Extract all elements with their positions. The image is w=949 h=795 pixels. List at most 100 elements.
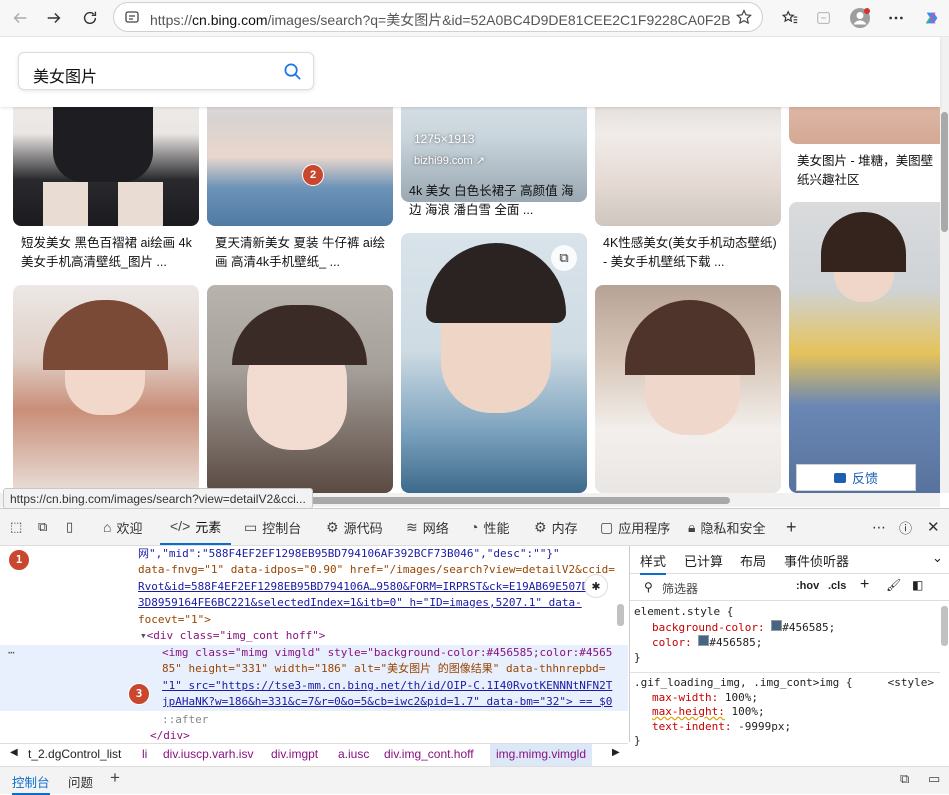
- more-menu-button[interactable]: [882, 4, 910, 32]
- result-caption-3[interactable]: 4k 美女 白色长裙子 高颜值 海边 海浪 潘白雪 全面 ...: [409, 182, 584, 220]
- search-icon[interactable]: [283, 62, 302, 81]
- back-button[interactable]: [6, 4, 34, 32]
- url-text[interactable]: https://cn.bing.com/images/search?q=美女图片…: [150, 10, 730, 30]
- dom-tree[interactable]: 网","mid":"588F4EF2EF1298EB95BD794106AF39…: [0, 546, 628, 742]
- dom-line[interactable]: Rvot&id=588F4EF2EF1298EB95BD794106A…9580…: [138, 579, 588, 596]
- gauge-icon: ◔: [470, 519, 479, 535]
- inspect-icon[interactable]: ⬚: [10, 509, 22, 545]
- refresh-button[interactable]: [76, 4, 104, 32]
- dom-line[interactable]: data-fnvg="1" data-idpos="0.90" href="/i…: [138, 562, 615, 579]
- result-caption-5[interactable]: 美女图片 - 堆糖，美图壁纸兴趣社区: [797, 152, 940, 190]
- profile-button[interactable]: [846, 4, 874, 32]
- dom-line[interactable]: <img class="mimg vimgld" style="backgrou…: [162, 645, 612, 662]
- dom-line[interactable]: ::after: [162, 712, 208, 729]
- color-swatch[interactable]: [698, 635, 710, 646]
- result-image-6[interactable]: [13, 285, 199, 493]
- scrollbar-thumb[interactable]: [941, 606, 948, 646]
- hov-button[interactable]: :hov: [796, 580, 819, 592]
- scrollbar-thumb[interactable]: [310, 497, 730, 504]
- breadcrumb-item-selected[interactable]: img.mimg.vimgld: [490, 744, 593, 766]
- dom-line[interactable]: focevt="1">: [138, 612, 211, 629]
- collapse-drawer-icon[interactable]: ▭: [928, 771, 940, 787]
- add-tab-icon[interactable]: +: [786, 509, 797, 545]
- result-caption-4[interactable]: 4K性感美女(美女手机动态壁纸) - 美女手机壁纸下载 ...: [603, 234, 778, 272]
- caret-right-icon[interactable]: ▶: [612, 747, 620, 758]
- drawer-tab-issues[interactable]: 问题: [68, 772, 93, 791]
- site-info-icon[interactable]: [124, 9, 140, 25]
- help-icon[interactable]: ⓘ: [899, 509, 912, 545]
- color-swatch[interactable]: [771, 619, 783, 631]
- tab-elements[interactable]: </> 元素: [160, 509, 232, 545]
- tab-computed[interactable]: 已计算: [684, 551, 723, 570]
- tab-console[interactable]: ▭ 控制台: [244, 509, 301, 545]
- dom-line[interactable]: ▾<div class="img_cont hoff">: [140, 628, 325, 645]
- dom-line[interactable]: 85" height="331" width="186" alt="美女图片 的…: [162, 661, 605, 678]
- tab-memory[interactable]: ⚙ 内存: [534, 509, 578, 545]
- more-icon[interactable]: ⋯: [872, 509, 886, 545]
- dom-line[interactable]: 3D8959164FE6BC221&selectedIndex=1&itb=0"…: [138, 595, 582, 612]
- dock-icon[interactable]: ▯: [66, 509, 73, 545]
- tab-welcome[interactable]: ⌂ 欢迎: [103, 509, 142, 545]
- dock-drawer-icon[interactable]: ⧉: [900, 771, 909, 787]
- result-caption-1[interactable]: 短发美女 黑色百褶裙 ai绘画 4k美女手机高清壁纸_图片 ...: [21, 234, 196, 272]
- tab-network[interactable]: ≋ 网络: [406, 509, 449, 545]
- result-image-7[interactable]: [207, 285, 393, 493]
- collections-button[interactable]: [810, 4, 838, 32]
- copilot-button[interactable]: [918, 4, 946, 32]
- dom-line[interactable]: </div>: [150, 728, 190, 742]
- filter-input[interactable]: 筛选器: [662, 580, 698, 597]
- search-input[interactable]: 美女图片: [18, 52, 314, 90]
- result-image-8[interactable]: ⧉: [401, 233, 587, 493]
- add-rule-icon[interactable]: +: [860, 576, 869, 594]
- star-icon[interactable]: [736, 9, 752, 25]
- element-style-rule: element.style { background-color: #45658…: [634, 605, 836, 664]
- accessibility-icon[interactable]: ✱: [584, 574, 608, 598]
- external-link-icon: ↗: [475, 155, 485, 167]
- toggle-sidebar-icon[interactable]: ◧: [912, 578, 923, 592]
- breadcrumb-item[interactable]: t_2.dgControl_list: [28, 747, 121, 761]
- visual-search-icon[interactable]: ⧉: [551, 245, 577, 271]
- chevron-down-icon[interactable]: ⌄: [932, 550, 943, 566]
- paint-icon[interactable]: 🖌︎: [886, 578, 901, 592]
- breadcrumb-item[interactable]: div.imgpt: [271, 747, 318, 761]
- avatar-icon: [850, 8, 870, 28]
- dom-line[interactable]: "1" src="https://tse3-mm.cn.bing.net/th/…: [162, 678, 612, 695]
- tab-styles[interactable]: 样式: [640, 551, 667, 575]
- image-source-label: bizhi99.com ↗: [414, 155, 485, 167]
- highlight-badge: 2: [302, 164, 324, 186]
- memory-icon: ⚙: [534, 518, 547, 535]
- result-caption-2[interactable]: 夏天清新美女 夏装 牛仔裤 ai绘画 高清4k手机壁纸_ ...: [215, 234, 390, 272]
- result-image-9[interactable]: [595, 285, 781, 493]
- ellipsis-icon[interactable]: ⋯: [8, 645, 15, 662]
- expand-triangle-icon[interactable]: ▾: [140, 629, 147, 642]
- drawer-tabbar: 控制台 问题 + ⧉ ▭: [0, 766, 949, 795]
- tab-sources[interactable]: ⚙ 源代码: [326, 509, 383, 545]
- caret-left-icon[interactable]: ◀: [10, 747, 18, 758]
- breadcrumb-item[interactable]: div.iuscp.varh.isv: [163, 747, 253, 761]
- breadcrumb-item[interactable]: li: [142, 747, 147, 761]
- dom-line[interactable]: jpAHaNK?w=186&h=331&c=7&r=0&o=5&cb=iwc2&…: [162, 694, 612, 711]
- tab-performance[interactable]: ◔ 性能: [470, 509, 509, 545]
- close-icon[interactable]: ✕: [927, 509, 940, 545]
- feedback-button[interactable]: 反馈: [796, 464, 916, 491]
- device-emulation-icon[interactable]: ⧉: [38, 509, 47, 545]
- favorites-button[interactable]: [776, 4, 804, 32]
- breadcrumb-item[interactable]: div.img_cont.hoff: [384, 747, 474, 761]
- breadcrumb-item[interactable]: a.iusc: [338, 747, 369, 761]
- address-bar[interactable]: https://cn.bing.com/images/search?q=美女图片…: [113, 2, 763, 32]
- style-source-link[interactable]: <style>: [888, 676, 934, 691]
- tab-event-listeners[interactable]: 事件侦听器: [784, 551, 849, 570]
- result-image-10[interactable]: [789, 202, 940, 493]
- tab-application[interactable]: ▢ 应用程序: [600, 509, 670, 545]
- code-icon: </>: [170, 518, 191, 534]
- scrollbar-thumb[interactable]: [941, 112, 948, 232]
- tab-privacy[interactable]: 🔒︎ 隐私和安全: [688, 509, 765, 545]
- lock-icon: 🔒︎: [688, 518, 696, 535]
- cls-button[interactable]: .cls: [828, 580, 846, 592]
- forward-button[interactable]: [40, 4, 68, 32]
- scrollbar-thumb[interactable]: [617, 604, 624, 626]
- add-tab-icon[interactable]: +: [110, 768, 120, 788]
- tab-layout[interactable]: 布局: [740, 551, 766, 570]
- vertical-scrollbar[interactable]: [940, 37, 949, 493]
- dom-line[interactable]: 网","mid":"588F4EF2EF1298EB95BD794106AF39…: [138, 546, 560, 563]
